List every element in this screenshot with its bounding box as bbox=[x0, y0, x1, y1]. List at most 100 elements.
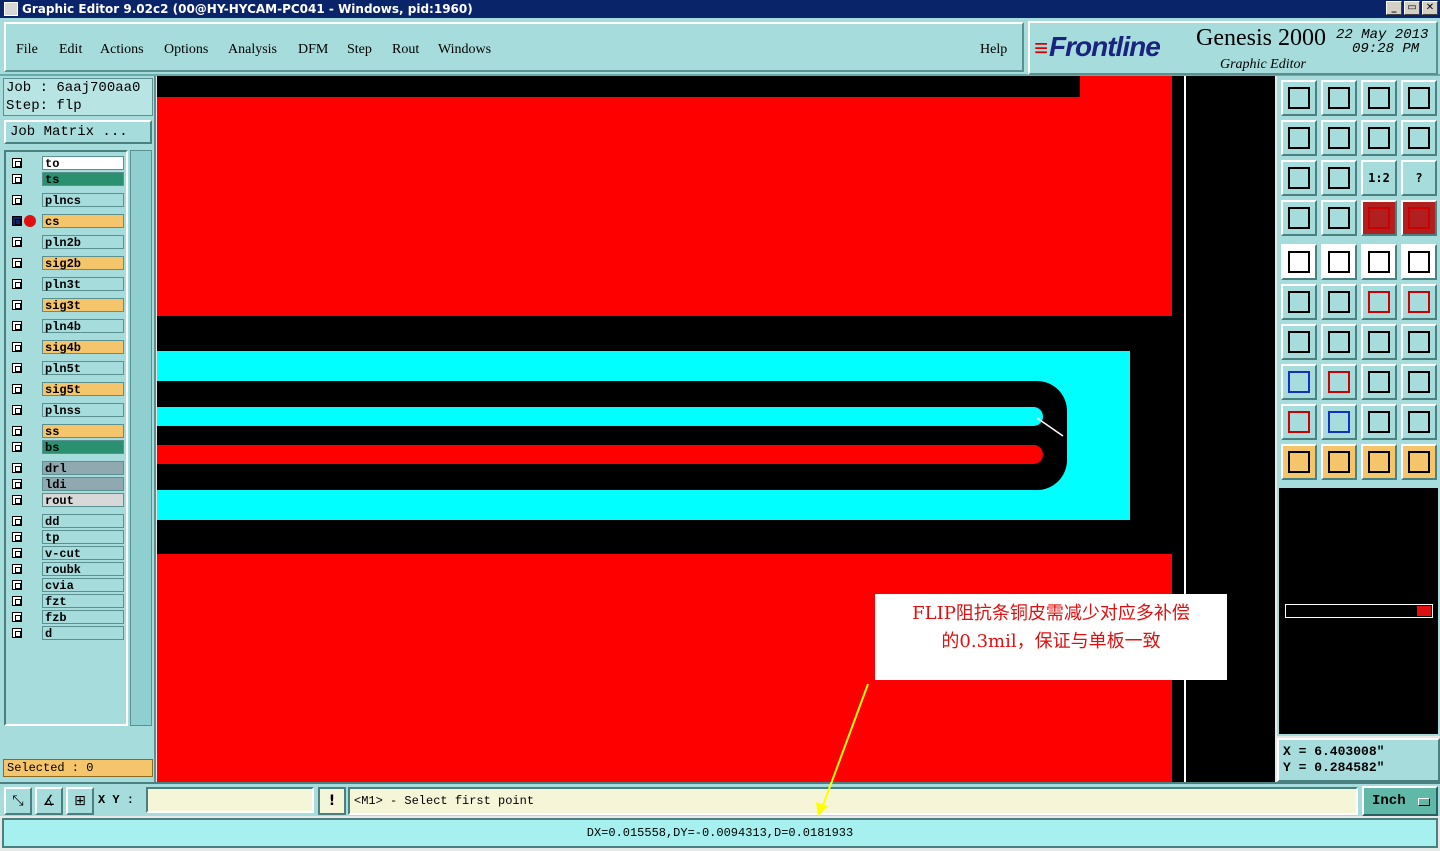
center-tool-button[interactable] bbox=[1321, 160, 1357, 196]
layer-checkbox[interactable] bbox=[12, 628, 22, 638]
layer-name[interactable]: sig2b bbox=[42, 256, 124, 271]
pcb-red-tool-button[interactable] bbox=[1361, 200, 1397, 236]
window-tool-button[interactable] bbox=[1401, 80, 1437, 116]
layer-name[interactable]: ss bbox=[42, 424, 124, 439]
menu-edit[interactable]: Edit bbox=[59, 42, 82, 58]
pan-left-tool-button[interactable] bbox=[1281, 120, 1317, 156]
layer-row-plncs[interactable]: plncs bbox=[8, 193, 126, 208]
rotate-tool-button[interactable] bbox=[1361, 324, 1397, 360]
tools-tool-button[interactable] bbox=[1281, 200, 1317, 236]
layer-name[interactable]: ts bbox=[42, 172, 124, 187]
layer-checkbox[interactable] bbox=[12, 384, 22, 394]
layer-checkbox[interactable] bbox=[12, 442, 22, 452]
layer-row-pln5t[interactable]: pln5t bbox=[8, 361, 126, 376]
layer-checkbox[interactable] bbox=[12, 279, 22, 289]
layer-checkbox[interactable] bbox=[12, 596, 22, 606]
layer-row-ts[interactable]: ts bbox=[8, 172, 126, 187]
layer-row-sig2b[interactable]: sig2b bbox=[8, 256, 126, 271]
overview-map[interactable] bbox=[1277, 486, 1440, 736]
units-dropdown[interactable]: Inch bbox=[1362, 786, 1438, 816]
layer-checkbox[interactable] bbox=[12, 158, 22, 168]
menu-rout[interactable]: Rout bbox=[392, 42, 419, 58]
measure-mode-button[interactable]: ∡ bbox=[35, 787, 63, 815]
menu-file[interactable]: File bbox=[16, 42, 38, 58]
layer-checkbox[interactable] bbox=[12, 532, 22, 542]
layer-row-pln3t[interactable]: pln3t bbox=[8, 277, 126, 292]
layer-checkbox[interactable] bbox=[12, 495, 22, 505]
layer-name[interactable]: sig4b bbox=[42, 340, 124, 355]
layer-name[interactable]: plncs bbox=[42, 193, 124, 208]
layer-row-drl[interactable]: drl bbox=[8, 461, 126, 476]
point-red2-tool-button[interactable] bbox=[1401, 284, 1437, 320]
layer-checkbox[interactable] bbox=[12, 174, 22, 184]
layer-checkbox[interactable] bbox=[12, 237, 22, 247]
grid-tool-button[interactable] bbox=[1321, 200, 1357, 236]
layer-name[interactable]: v-cut bbox=[42, 546, 124, 561]
layer-name[interactable]: cvia bbox=[42, 578, 124, 593]
layer-name[interactable]: fzb bbox=[42, 610, 124, 625]
layer-checkbox[interactable] bbox=[12, 342, 22, 352]
layer-row-plnss[interactable]: plnss bbox=[8, 403, 126, 418]
layer-name[interactable]: fzt bbox=[42, 594, 124, 609]
layer-checkbox[interactable] bbox=[12, 580, 22, 590]
layer-name[interactable]: roubk bbox=[42, 562, 124, 577]
maximize-button[interactable]: ▭ bbox=[1404, 1, 1420, 15]
layer-row-rout[interactable]: rout bbox=[8, 493, 126, 508]
layer-row-ldi[interactable]: ldi bbox=[8, 477, 126, 492]
dot-tool-button[interactable] bbox=[1401, 244, 1437, 280]
execute-button[interactable]: ! bbox=[318, 787, 346, 815]
snap-corner-button[interactable]: ⤡ bbox=[4, 787, 32, 815]
line-red-tool-button[interactable] bbox=[1321, 364, 1357, 400]
layer-row-cs[interactable]: cs bbox=[8, 214, 126, 229]
layer-checkbox[interactable] bbox=[12, 216, 22, 226]
select-pad-tool-button[interactable] bbox=[1281, 244, 1317, 280]
layer-checkbox[interactable] bbox=[12, 321, 22, 331]
layer-name[interactable]: drl bbox=[42, 461, 124, 476]
layer-checkbox[interactable] bbox=[12, 463, 22, 473]
xy-input[interactable] bbox=[146, 787, 314, 813]
layer-row-tp[interactable]: tp bbox=[8, 530, 126, 545]
layer-name[interactable]: rout bbox=[42, 493, 124, 508]
menu-analysis[interactable]: Analysis bbox=[228, 42, 277, 58]
layer-row-pln4b[interactable]: pln4b bbox=[8, 319, 126, 334]
layer-checkbox[interactable] bbox=[12, 195, 22, 205]
tri-red-tool-button[interactable] bbox=[1281, 404, 1317, 440]
zoom-down-tool-button[interactable] bbox=[1321, 80, 1357, 116]
layer-checkbox[interactable] bbox=[12, 258, 22, 268]
layer-name[interactable]: pln5t bbox=[42, 361, 124, 376]
grid-mode-button[interactable]: ⊞ bbox=[66, 787, 94, 815]
swap-tool-button[interactable] bbox=[1361, 120, 1397, 156]
layer-checkbox[interactable] bbox=[12, 300, 22, 310]
layer-row-fzt[interactable]: fzt bbox=[8, 594, 126, 609]
layer-name[interactable]: sig5t bbox=[42, 382, 124, 397]
layer-checkbox[interactable] bbox=[12, 548, 22, 558]
layer-name[interactable]: d bbox=[42, 626, 124, 641]
tri-mix2-tool-button[interactable] bbox=[1401, 404, 1437, 440]
layer-row-ss[interactable]: ss bbox=[8, 424, 126, 439]
layer-checkbox[interactable] bbox=[12, 426, 22, 436]
pcb-red2-tool-button[interactable] bbox=[1401, 200, 1437, 236]
fit-tool-button[interactable] bbox=[1281, 160, 1317, 196]
arrow-box2-tool-button[interactable] bbox=[1361, 444, 1397, 480]
layer-row-cvia[interactable]: cvia bbox=[8, 578, 126, 593]
zoom-home-tool-button[interactable] bbox=[1281, 80, 1317, 116]
layer-row-roubk[interactable]: roubk bbox=[8, 562, 126, 577]
layer-name[interactable]: dd bbox=[42, 514, 124, 529]
layer-row-v-cut[interactable]: v-cut bbox=[8, 546, 126, 561]
menu-actions[interactable]: Actions bbox=[100, 42, 144, 58]
menu-options[interactable]: Options bbox=[164, 42, 208, 58]
pan-right-tool-button[interactable] bbox=[1321, 120, 1357, 156]
layer-row-sig5t[interactable]: sig5t bbox=[8, 382, 126, 397]
layer-checkbox[interactable] bbox=[12, 516, 22, 526]
measure-tool-button[interactable] bbox=[1361, 244, 1397, 280]
layer-name[interactable]: bs bbox=[42, 440, 124, 455]
menu-windows[interactable]: Windows bbox=[438, 42, 491, 58]
menu-step[interactable]: Step bbox=[347, 42, 372, 58]
layer-name[interactable]: pln4b bbox=[42, 319, 124, 334]
layer-checkbox[interactable] bbox=[12, 612, 22, 622]
job-matrix-button[interactable]: Job Matrix ... bbox=[4, 120, 152, 144]
layer-name[interactable]: tp bbox=[42, 530, 124, 545]
shape-tool-button[interactable] bbox=[1321, 244, 1357, 280]
layer-row-bs[interactable]: bs bbox=[8, 440, 126, 455]
layer-name[interactable]: cs bbox=[42, 214, 124, 229]
